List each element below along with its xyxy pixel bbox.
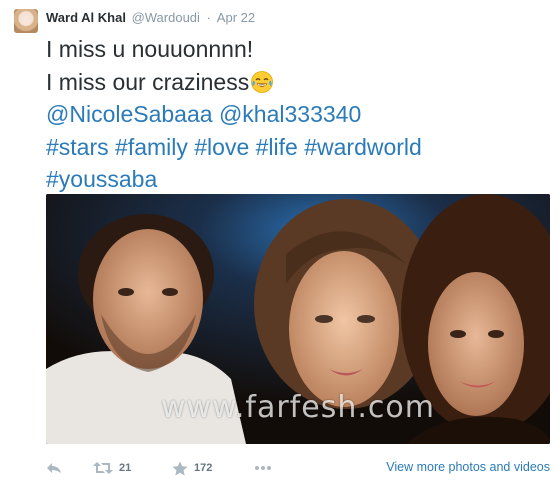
tears-of-joy-emoji-icon	[251, 70, 274, 93]
photo-watermark: www.farfesh.com	[161, 390, 435, 425]
tweet-actions: 21 172 View more photos and videos	[46, 458, 550, 478]
retweet-icon	[93, 462, 113, 474]
tweet-line-2: I miss our craziness	[46, 66, 546, 99]
tweet-photo[interactable]: www.farfesh.com	[46, 194, 550, 444]
favorite-button[interactable]: 172	[172, 458, 212, 478]
author-handle[interactable]: @Wardoudi	[132, 10, 200, 25]
author-avatar[interactable]	[14, 9, 38, 33]
retweet-button[interactable]: 21	[93, 458, 131, 478]
author-name[interactable]: Ward Al Khal	[46, 10, 126, 25]
header-separator: ·	[206, 10, 211, 25]
tweet-card: Ward Al Khal @Wardoudi · Apr 22 I miss u…	[0, 0, 560, 489]
tweet-hashtags[interactable]: #stars #family #love #life #wardworld	[46, 131, 546, 164]
tweet-line-1: I miss u nouuonnnn!	[46, 36, 254, 62]
ellipsis-icon	[255, 466, 271, 470]
retweet-count: 21	[119, 462, 132, 474]
more-options-button[interactable]	[254, 458, 272, 478]
reply-button[interactable]	[46, 458, 62, 478]
reply-icon	[47, 463, 61, 473]
star-icon	[172, 461, 188, 475]
tweet-hashtags-2[interactable]: #youssaba	[46, 163, 546, 196]
tweet-mentions[interactable]: @NicoleSabaaa @khal333340	[46, 98, 546, 131]
tweet-text: I miss u nouuonnnn! I miss our craziness…	[46, 33, 546, 196]
view-more-media-link[interactable]: View more photos and videos	[386, 460, 550, 474]
avatar-face	[22, 15, 30, 25]
favorite-count: 172	[194, 462, 213, 474]
tweet-header: Ward Al Khal @Wardoudi · Apr 22	[46, 10, 255, 28]
tweet-timestamp[interactable]: Apr 22	[217, 10, 255, 25]
tweet-line-2-text: I miss our craziness	[46, 68, 250, 95]
